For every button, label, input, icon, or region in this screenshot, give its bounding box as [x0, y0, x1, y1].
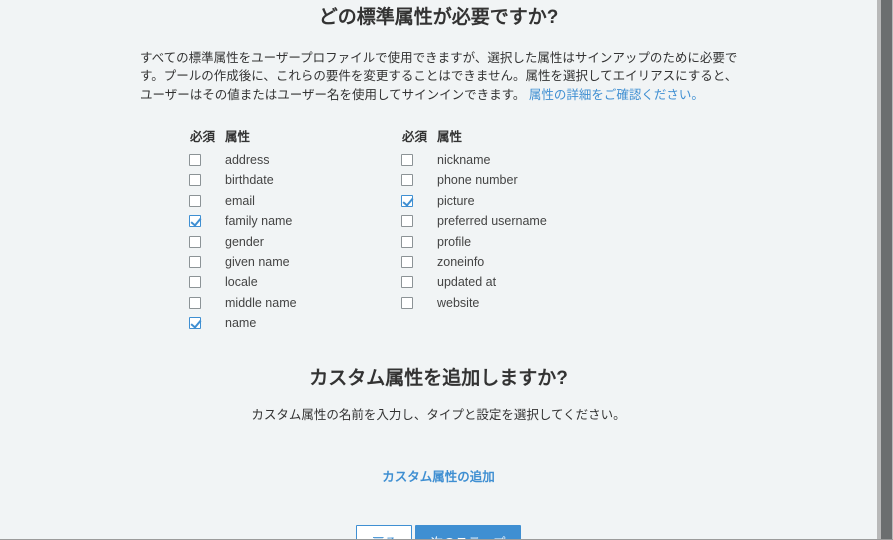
table-row[interactable]: zoneinfo [400, 252, 612, 272]
header-required: 必須 [190, 129, 216, 144]
attributes-column-left: 必須 属性 address birthdate email family nam… [188, 126, 400, 334]
table-row[interactable]: nickname [400, 150, 612, 170]
table-row[interactable]: picture [400, 191, 612, 211]
checkbox-picture[interactable] [401, 194, 413, 207]
checkbox-cell[interactable] [400, 154, 437, 167]
checkbox-address[interactable] [189, 154, 201, 167]
table-row[interactable]: name [188, 313, 400, 333]
attribute-label: birthdate [225, 173, 274, 188]
attribute-label: phone number [437, 173, 518, 188]
checkbox-birthdate[interactable] [189, 174, 201, 187]
attribute-label: address [225, 153, 270, 168]
table-row[interactable]: updated at [400, 272, 612, 292]
table-row[interactable]: email [188, 191, 400, 211]
add-custom-attribute-wrapper: カスタム属性の追加 [136, 466, 741, 486]
standard-attributes-description: すべての標準属性をユーザープロファイルで使用できますが、選択した属性はサインアッ… [140, 49, 738, 104]
checkbox-preferred-username[interactable] [401, 215, 413, 228]
checkbox-phone-number[interactable] [401, 174, 413, 187]
checkbox-cell[interactable] [188, 215, 225, 228]
checkbox-cell[interactable] [400, 256, 437, 269]
attribute-label: updated at [437, 275, 497, 290]
scrollbar-track[interactable] [877, 0, 893, 539]
table-row[interactable]: birthdate [188, 170, 400, 190]
checkbox-cell[interactable] [400, 296, 437, 309]
page-container: どの標準属性が必要ですか? すべての標準属性をユーザープロファイルで使用できます… [0, 0, 877, 539]
checkbox-cell[interactable] [188, 296, 225, 309]
table-row[interactable]: gender [188, 231, 400, 251]
custom-attributes-section: カスタム属性を追加しますか? カスタム属性の名前を入力し、タイプと設定を選択して… [136, 365, 741, 424]
column-header-right: 必須 属性 [400, 126, 612, 144]
add-custom-attribute-link[interactable]: カスタム属性の追加 [382, 470, 495, 484]
table-row[interactable]: phone number [400, 170, 612, 190]
table-row[interactable]: preferred username [400, 211, 612, 231]
vertical-scrollbar[interactable] [877, 0, 893, 539]
page-title: どの標準属性が必要ですか? [318, 7, 559, 28]
attribute-label: family name [225, 214, 293, 229]
next-step-button[interactable]: 次のステップ [415, 525, 521, 539]
checkbox-email[interactable] [189, 194, 201, 207]
checkbox-name[interactable] [189, 317, 201, 330]
checkbox-given-name[interactable] [189, 256, 201, 269]
custom-attributes-title: カスタム属性を追加しますか? [309, 368, 568, 390]
checkbox-cell[interactable] [400, 215, 437, 228]
checkbox-cell[interactable] [188, 256, 225, 269]
attribute-label: zoneinfo [437, 255, 485, 270]
attribute-label: picture [437, 193, 475, 208]
custom-attributes-description: カスタム属性の名前を入力し、タイプと設定を選択してください。 [251, 408, 626, 423]
checkbox-profile[interactable] [401, 235, 413, 248]
checkbox-family-name[interactable] [189, 215, 201, 228]
table-row[interactable]: website [400, 293, 612, 313]
checkbox-cell[interactable] [400, 235, 437, 248]
attribute-label: email [225, 193, 255, 208]
checkbox-website[interactable] [401, 296, 413, 309]
table-row[interactable]: family name [188, 211, 400, 231]
checkbox-middle-name[interactable] [189, 296, 201, 309]
checkbox-cell[interactable] [400, 174, 437, 187]
checkbox-nickname[interactable] [401, 154, 413, 167]
checkbox-cell[interactable] [400, 276, 437, 289]
table-row[interactable]: address [188, 150, 400, 170]
attribute-label: locale [225, 275, 258, 290]
checkbox-cell[interactable] [188, 235, 225, 248]
attributes-table: 必須 属性 address birthdate email family nam… [188, 126, 793, 334]
attribute-label: profile [437, 234, 472, 249]
attribute-details-link[interactable]: 属性の詳細をご確認ください。 [529, 88, 704, 102]
header-attribute: 属性 [225, 129, 251, 144]
checkbox-cell[interactable] [188, 276, 225, 289]
attribute-label: name [225, 316, 257, 331]
attribute-label: given name [225, 255, 290, 270]
scrollbar-thumb[interactable] [881, 0, 892, 539]
checkbox-cell[interactable] [188, 317, 225, 330]
back-button[interactable]: 戻る [356, 525, 413, 539]
header-attribute: 属性 [437, 129, 463, 144]
attribute-label: website [437, 295, 480, 310]
attribute-label: middle name [225, 295, 297, 310]
header-required: 必須 [402, 129, 428, 144]
column-header-left: 必須 属性 [188, 126, 400, 144]
content-wrapper: どの標準属性が必要ですか? すべての標準属性をユーザープロファイルで使用できます… [136, 0, 741, 539]
attributes-column-right: 必須 属性 nickname phone number picture pref… [400, 126, 612, 334]
table-row[interactable]: locale [188, 272, 400, 292]
footer-button-bar: 戻る 次のステップ [136, 525, 741, 539]
checkbox-gender[interactable] [189, 235, 201, 248]
checkbox-cell[interactable] [188, 194, 225, 207]
table-row[interactable]: profile [400, 231, 612, 251]
checkbox-updated-at[interactable] [401, 276, 413, 289]
checkbox-cell[interactable] [188, 174, 225, 187]
attribute-label: preferred username [437, 214, 547, 229]
attribute-label: gender [225, 234, 264, 249]
table-row[interactable]: given name [188, 252, 400, 272]
checkbox-cell[interactable] [400, 194, 437, 207]
attribute-label: nickname [437, 153, 491, 168]
checkbox-locale[interactable] [189, 276, 201, 289]
checkbox-zoneinfo[interactable] [401, 256, 413, 269]
table-row[interactable]: middle name [188, 293, 400, 313]
checkbox-cell[interactable] [188, 154, 225, 167]
